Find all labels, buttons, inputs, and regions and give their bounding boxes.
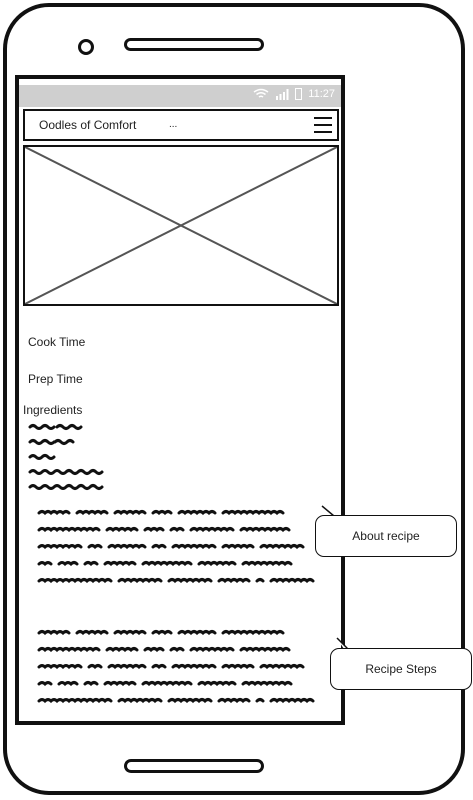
ingredients-label: Ingredients xyxy=(23,403,83,417)
prep-time-label: Prep Time xyxy=(28,372,83,386)
wifi-icon xyxy=(253,88,269,98)
placeholder-text-squiggle xyxy=(167,578,213,584)
camera-icon xyxy=(78,39,94,55)
recipe-image-placeholder xyxy=(23,145,339,306)
placeholder-text-squiggle xyxy=(221,544,255,550)
placeholder-text-squiggle xyxy=(189,647,235,653)
placeholder-text-squiggle xyxy=(197,561,237,567)
placeholder-text-squiggle xyxy=(171,544,217,550)
placeholder-text-squiggle xyxy=(197,681,237,687)
placeholder-text-squiggle xyxy=(217,578,251,584)
placeholder-text-squiggle xyxy=(37,561,53,567)
placeholder-text-squiggle xyxy=(83,681,99,687)
image-placeholder-icon xyxy=(25,147,337,304)
placeholder-text-squiggle xyxy=(117,698,163,704)
placeholder-text-squiggle xyxy=(269,578,315,584)
placeholder-text-squiggle xyxy=(107,544,147,550)
placeholder-text-squiggle xyxy=(221,510,285,516)
placeholder-text-squiggle xyxy=(83,561,99,567)
placeholder-text-squiggle xyxy=(259,664,305,670)
placeholder-text-squiggle xyxy=(255,698,265,703)
about-recipe-text xyxy=(37,510,315,584)
signal-icon xyxy=(276,89,289,100)
placeholder-text-squiggle xyxy=(169,527,185,533)
placeholder-text-squiggle xyxy=(177,510,217,516)
recipe-steps-callout-label: Recipe Steps xyxy=(365,662,437,676)
speaker-grille xyxy=(124,38,264,51)
screen: 11:27 Oodles of Comfort ... Cook Time Pr… xyxy=(15,75,345,725)
placeholder-text-squiggle xyxy=(151,544,167,550)
placeholder-text-squiggle xyxy=(87,544,103,550)
placeholder-text-squiggle xyxy=(151,630,173,636)
placeholder-text-squiggle xyxy=(37,681,53,687)
placeholder-text-squiggle xyxy=(241,681,293,687)
placeholder-text-squiggle xyxy=(37,647,101,653)
placeholder-text-squiggle xyxy=(57,681,79,687)
placeholder-text-squiggle xyxy=(167,698,213,704)
placeholder-text-squiggle xyxy=(143,647,165,653)
recipe-steps-text xyxy=(37,630,315,704)
placeholder-text-squiggle xyxy=(269,698,315,704)
placeholder-text-squiggle xyxy=(113,630,147,636)
cook-time-label: Cook Time xyxy=(28,335,86,349)
status-time: 11:27 xyxy=(308,88,335,100)
placeholder-text-squiggle xyxy=(221,664,255,670)
placeholder-text-squiggle xyxy=(37,527,101,533)
placeholder-text-squiggle xyxy=(189,527,235,533)
placeholder-text-squiggle xyxy=(75,510,109,516)
placeholder-text-squiggle xyxy=(37,698,113,704)
about-recipe-callout: About recipe xyxy=(315,515,457,557)
placeholder-text-squiggle xyxy=(57,561,79,567)
placeholder-text-squiggle xyxy=(37,544,83,550)
placeholder-text-squiggle xyxy=(37,664,83,670)
placeholder-text-squiggle xyxy=(105,647,139,653)
placeholder-text-squiggle xyxy=(217,698,251,704)
status-bar: 11:27 xyxy=(19,85,341,107)
placeholder-text-squiggle xyxy=(117,578,163,584)
placeholder-text-squiggle xyxy=(113,510,147,516)
placeholder-text-squiggle xyxy=(105,527,139,533)
placeholder-text-squiggle xyxy=(103,681,137,687)
placeholder-text-squiggle xyxy=(151,664,167,670)
title-overflow-text: ... xyxy=(169,119,178,130)
about-recipe-callout-label: About recipe xyxy=(352,529,420,543)
placeholder-text-squiggle xyxy=(37,510,71,516)
placeholder-text-squiggle xyxy=(37,630,71,636)
placeholder-text-squiggle xyxy=(239,527,291,533)
placeholder-text-squiggle xyxy=(239,647,291,653)
placeholder-text-squiggle xyxy=(143,527,165,533)
placeholder-text-squiggle xyxy=(141,561,193,567)
placeholder-text-squiggle xyxy=(169,647,185,653)
placeholder-text-squiggle xyxy=(151,510,173,516)
placeholder-text-squiggle xyxy=(177,630,217,636)
app-title: Oodles of Comfort xyxy=(39,118,137,132)
placeholder-text-squiggle xyxy=(103,561,137,567)
recipe-steps-callout: Recipe Steps xyxy=(330,648,472,690)
placeholder-text-squiggle xyxy=(221,630,285,636)
home-button[interactable] xyxy=(124,759,264,773)
menu-icon[interactable] xyxy=(313,115,333,135)
placeholder-text-squiggle xyxy=(107,664,147,670)
placeholder-text-squiggle xyxy=(171,664,217,670)
placeholder-text-squiggle xyxy=(141,681,193,687)
app-bar: Oodles of Comfort ... xyxy=(23,109,339,141)
placeholder-text-squiggle xyxy=(87,664,103,670)
placeholder-text-squiggle xyxy=(259,544,305,550)
placeholder-text-squiggle xyxy=(75,630,109,636)
placeholder-text-squiggle xyxy=(241,561,293,567)
battery-icon xyxy=(295,88,303,100)
placeholder-text-squiggle xyxy=(255,578,265,583)
placeholder-text-squiggle xyxy=(37,578,113,584)
ingredients-list xyxy=(28,424,104,490)
